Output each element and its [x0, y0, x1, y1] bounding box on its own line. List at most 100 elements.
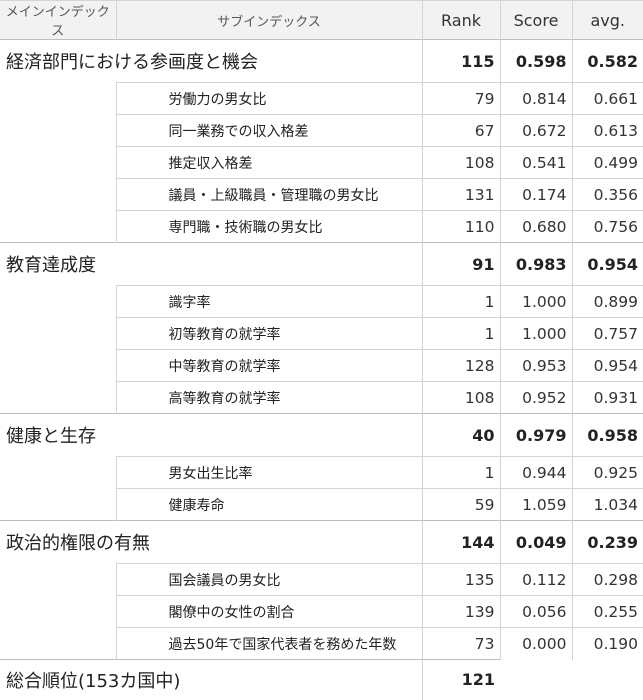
sub-index-score: 0.944	[499, 456, 572, 489]
main-index-score: 0.979	[499, 413, 572, 457]
sub-index-row: 労働力の男女比 79 0.814 0.661	[0, 82, 643, 115]
spacer-cell	[0, 147, 116, 179]
sub-index-name: 閣僚中の女性の割合	[115, 595, 422, 628]
sub-index-row: 過去50年で国家代表者を務めた年数 73 0.000 0.190	[0, 627, 643, 660]
sub-index-score: 0.541	[499, 146, 572, 179]
sub-index-name: 高等教育の就学率	[115, 381, 422, 414]
total-rank-value: 121	[421, 659, 500, 700]
sub-index-name: 中等教育の就学率	[115, 349, 422, 382]
main-index-name: 教育達成度	[0, 242, 422, 286]
sub-index-name: 初等教育の就学率	[115, 317, 422, 350]
sub-index-score: 0.952	[499, 381, 572, 414]
sub-index-rank: 139	[421, 595, 500, 628]
sub-index-rank: 67	[421, 114, 500, 147]
sub-index-name: 専門職・技術職の男女比	[115, 210, 422, 243]
main-index-name: 経済部門における参画度と機会	[0, 39, 422, 83]
sub-index-score: 1.000	[499, 285, 572, 318]
main-index-name: 健康と生存	[0, 413, 422, 457]
sub-index-avg: 0.499	[571, 146, 643, 179]
sub-index-score: 0.672	[499, 114, 572, 147]
sub-index-avg: 0.931	[571, 381, 643, 414]
main-index-avg: 0.958	[571, 413, 643, 457]
main-index-name: 政治的権限の有無	[0, 520, 422, 564]
spacer-cell	[0, 596, 116, 628]
header-score: Score	[499, 0, 572, 40]
sub-index-rank: 1	[421, 317, 500, 350]
sub-index-row: 識字率 1 1.000 0.899	[0, 285, 643, 318]
sub-index-row: 中等教育の就学率 128 0.953 0.954	[0, 349, 643, 382]
sub-index-name: 推定収入格差	[115, 146, 422, 179]
spacer-cell	[0, 564, 116, 596]
sub-index-name: 健康寿命	[115, 488, 422, 521]
main-index-row: 経済部門における参画度と機会 115 0.598 0.582	[0, 39, 643, 83]
main-index-rank: 40	[421, 413, 500, 457]
spacer-cell	[0, 382, 116, 414]
sub-index-avg: 0.255	[571, 595, 643, 628]
sub-index-rank: 1	[421, 285, 500, 318]
main-index-avg: 0.582	[571, 39, 643, 83]
sub-index-row: 初等教育の就学率 1 1.000 0.757	[0, 317, 643, 350]
sub-index-avg: 0.356	[571, 178, 643, 211]
sub-index-name: 議員・上級職員・管理職の男女比	[115, 178, 422, 211]
total-rank-label: 総合順位(153カ国中)	[0, 659, 422, 700]
sub-index-rank: 108	[421, 381, 500, 414]
main-index-score: 0.049	[499, 520, 572, 564]
sub-index-avg: 0.298	[571, 563, 643, 596]
header-sub-index: サブインデックス	[115, 0, 422, 40]
sub-index-name: 同一業務での収入格差	[115, 114, 422, 147]
main-index-rank: 91	[421, 242, 500, 286]
spacer-cell	[0, 457, 116, 489]
sub-index-avg: 0.756	[571, 210, 643, 243]
sub-index-score: 0.814	[499, 82, 572, 115]
sub-index-avg: 1.034	[571, 488, 643, 521]
spacer-cell	[0, 179, 116, 211]
spacer-cell	[0, 83, 116, 115]
sub-index-rank: 110	[421, 210, 500, 243]
header-avg: avg.	[571, 0, 643, 40]
main-index-row: 政治的権限の有無 144 0.049 0.239	[0, 520, 643, 564]
gender-gap-table: メインインデックス サブインデックス Rank Score avg. 経済部門に…	[0, 0, 643, 700]
sub-index-score: 0.680	[499, 210, 572, 243]
sub-index-rank: 79	[421, 82, 500, 115]
spacer-cell	[0, 489, 116, 521]
header-rank: Rank	[421, 0, 500, 40]
main-index-row: 教育達成度 91 0.983 0.954	[0, 242, 643, 286]
spacer-cell	[0, 628, 116, 660]
sub-index-row: 高等教育の就学率 108 0.952 0.931	[0, 381, 643, 414]
main-index-score: 0.598	[499, 39, 572, 83]
sub-index-rank: 1	[421, 456, 500, 489]
sub-index-row: 専門職・技術職の男女比 110 0.680 0.756	[0, 210, 643, 243]
sub-index-rank: 131	[421, 178, 500, 211]
main-index-row: 健康と生存 40 0.979 0.958	[0, 413, 643, 457]
sub-index-score: 1.000	[499, 317, 572, 350]
sub-index-avg: 0.954	[571, 349, 643, 382]
empty-cell	[572, 660, 643, 700]
sub-index-rank: 128	[421, 349, 500, 382]
main-index-rank: 115	[421, 39, 500, 83]
table-body: 経済部門における参画度と機会 115 0.598 0.582 労働力の男女比 79 0.81…	[0, 39, 643, 700]
sub-index-avg: 0.661	[571, 82, 643, 115]
sub-index-name: 国会議員の男女比	[115, 563, 422, 596]
sub-index-score: 0.174	[499, 178, 572, 211]
sub-index-avg: 0.925	[571, 456, 643, 489]
sub-index-row: 国会議員の男女比 135 0.112 0.298	[0, 563, 643, 596]
sub-index-name: 過去50年で国家代表者を務めた年数	[115, 627, 422, 660]
spacer-cell	[0, 286, 116, 318]
sub-index-row: 推定収入格差 108 0.541 0.499	[0, 146, 643, 179]
sub-index-score: 0.056	[499, 595, 572, 628]
sub-index-avg: 0.899	[571, 285, 643, 318]
main-index-score: 0.983	[499, 242, 572, 286]
sub-index-row: 閣僚中の女性の割合 139 0.056 0.255	[0, 595, 643, 628]
total-row: 総合順位(153カ国中) 121	[0, 659, 643, 700]
spacer-cell	[0, 350, 116, 382]
sub-index-row: 男女出生比率 1 0.944 0.925	[0, 456, 643, 489]
sub-index-score: 1.059	[499, 488, 572, 521]
sub-index-avg: 0.613	[571, 114, 643, 147]
sub-index-avg: 0.757	[571, 317, 643, 350]
sub-index-rank: 108	[421, 146, 500, 179]
sub-index-row: 議員・上級職員・管理職の男女比 131 0.174 0.356	[0, 178, 643, 211]
empty-cell	[500, 660, 572, 700]
main-index-avg: 0.239	[571, 520, 643, 564]
main-index-avg: 0.954	[571, 242, 643, 286]
header-main-index: メインインデックス	[0, 0, 116, 40]
